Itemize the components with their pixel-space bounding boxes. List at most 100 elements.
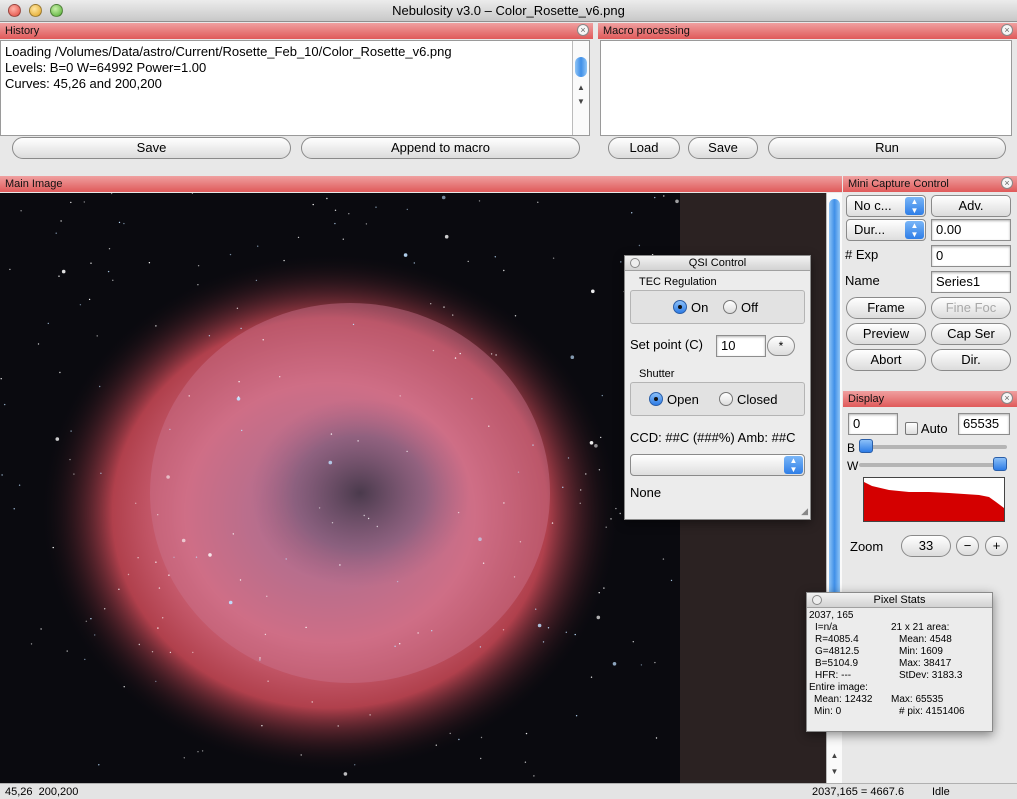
star — [112, 279, 114, 281]
star — [406, 208, 408, 211]
status-state: Idle — [932, 786, 950, 798]
macro-run-button[interactable]: Run — [768, 137, 1006, 159]
close-icon[interactable]: × — [1001, 177, 1013, 189]
name-label: Name — [845, 273, 880, 288]
scroll-down-icon[interactable]: ▼ — [573, 97, 589, 106]
history-line: Levels: B=0 W=64992 Power=1.00 — [5, 60, 207, 75]
history-scrollbar[interactable]: ▲ ▼ — [572, 41, 589, 135]
star — [471, 398, 473, 400]
auto-checkbox-wrap[interactable]: Auto — [905, 421, 948, 436]
star — [70, 430, 72, 432]
scroll-up-icon[interactable]: ▲ — [573, 83, 589, 92]
abort-button[interactable]: Abort — [846, 349, 926, 371]
white-point-slider[interactable] — [859, 457, 1007, 471]
star — [148, 262, 151, 264]
star — [638, 244, 641, 247]
tec-off-radio[interactable]: Off — [723, 300, 758, 315]
star — [479, 646, 482, 648]
pixel-stats-title: Pixel Stats — [873, 594, 926, 606]
star — [137, 557, 139, 559]
setpoint-apply-button[interactable]: * — [767, 336, 795, 356]
exp-count-input[interactable]: 0 — [931, 245, 1011, 267]
star — [201, 750, 204, 752]
qsi-title-bar[interactable]: QSI Control — [625, 256, 810, 271]
close-icon[interactable] — [630, 258, 640, 268]
star — [547, 627, 550, 629]
scroll-up-icon[interactable]: ▲ — [827, 751, 842, 760]
shutter-open-radio[interactable]: Open — [649, 392, 699, 407]
qsi-control-window: QSI Control TEC Regulation On Off Set po… — [624, 255, 811, 520]
pixel-coords: 2037, 165 — [809, 610, 854, 621]
star — [138, 643, 140, 646]
slider-handle[interactable] — [859, 439, 873, 453]
shutter-closed-radio[interactable]: Closed — [719, 392, 777, 407]
mini-capture-title: Mini Capture Control — [848, 178, 949, 190]
setpoint-input[interactable]: 10 — [716, 335, 766, 357]
history-text-area[interactable]: Loading /Volumes/Data/astro/Current/Rose… — [0, 40, 590, 136]
zoom-out-button[interactable]: − — [956, 536, 979, 556]
append-to-macro-button[interactable]: Append to macro — [301, 137, 580, 159]
preview-button[interactable]: Preview — [846, 323, 926, 345]
directory-button[interactable]: Dir. — [931, 349, 1011, 371]
advanced-button[interactable]: Adv. — [931, 195, 1011, 217]
star — [266, 595, 268, 597]
star — [502, 629, 505, 631]
star — [454, 357, 457, 359]
slider-handle[interactable] — [993, 457, 1007, 471]
fine-focus-button[interactable]: Fine Foc — [931, 297, 1011, 319]
macro-load-button[interactable]: Load — [608, 137, 680, 159]
series-name-input[interactable]: Series1 — [931, 271, 1011, 293]
star — [565, 631, 567, 633]
star — [354, 764, 356, 766]
star — [55, 437, 60, 441]
close-icon[interactable]: × — [1001, 392, 1013, 404]
camera-select-value: No c... — [854, 198, 892, 213]
tec-on-label: On — [691, 300, 709, 315]
star — [229, 253, 232, 256]
resize-grip-icon[interactable]: ◢ — [801, 506, 808, 517]
zoom-level-button[interactable]: 33 — [901, 535, 951, 557]
duration-select[interactable]: Dur... ▲ ▼ — [846, 219, 926, 241]
black-level-input[interactable]: 0 — [848, 413, 898, 435]
close-icon[interactable] — [812, 595, 822, 605]
chevron-updown-icon: ▲ ▼ — [784, 456, 803, 474]
title-bar: Nebulosity v3.0 – Color_Rosette_v6.png — [0, 0, 1017, 22]
camera-select[interactable]: No c... ▲ ▼ — [846, 195, 926, 217]
star — [331, 522, 334, 524]
filter-select[interactable]: ▲ ▼ — [630, 454, 805, 476]
star — [107, 270, 110, 273]
pixel-red: R=4085.4 — [815, 634, 859, 645]
tec-label: TEC Regulation — [639, 276, 717, 288]
auto-checkbox[interactable] — [905, 422, 918, 435]
star — [135, 502, 137, 504]
status-pixel-value: 2037,165 = 4667.6 — [812, 786, 905, 798]
scroll-down-icon[interactable]: ▼ — [827, 767, 842, 776]
star — [99, 385, 101, 388]
frame-button[interactable]: Frame — [846, 297, 926, 319]
star — [208, 553, 212, 557]
close-icon[interactable]: × — [1001, 24, 1013, 36]
capture-series-button[interactable]: Cap Ser — [931, 323, 1011, 345]
tec-on-radio[interactable]: On — [673, 300, 708, 315]
macro-save-button[interactable]: Save — [688, 137, 758, 159]
star — [285, 558, 287, 560]
star — [334, 222, 336, 225]
scroll-thumb[interactable] — [575, 57, 587, 77]
histogram-plot — [864, 482, 1004, 521]
close-icon[interactable]: × — [577, 24, 589, 36]
star — [458, 738, 460, 741]
star — [30, 643, 33, 645]
history-save-button[interactable]: Save — [12, 137, 291, 159]
exp-label: # Exp — [845, 247, 879, 262]
black-point-slider[interactable] — [859, 439, 1007, 453]
star — [524, 761, 527, 763]
star — [598, 469, 601, 471]
duration-input[interactable]: 0.00 — [931, 219, 1011, 241]
white-level-input[interactable]: 65535 — [958, 413, 1010, 435]
star — [605, 526, 607, 528]
pixel-stats-title-bar[interactable]: Pixel Stats — [807, 593, 992, 608]
zoom-in-button[interactable]: + — [985, 536, 1008, 556]
star — [591, 289, 595, 294]
auto-label: Auto — [920, 421, 948, 436]
macro-text-area[interactable] — [600, 40, 1012, 136]
